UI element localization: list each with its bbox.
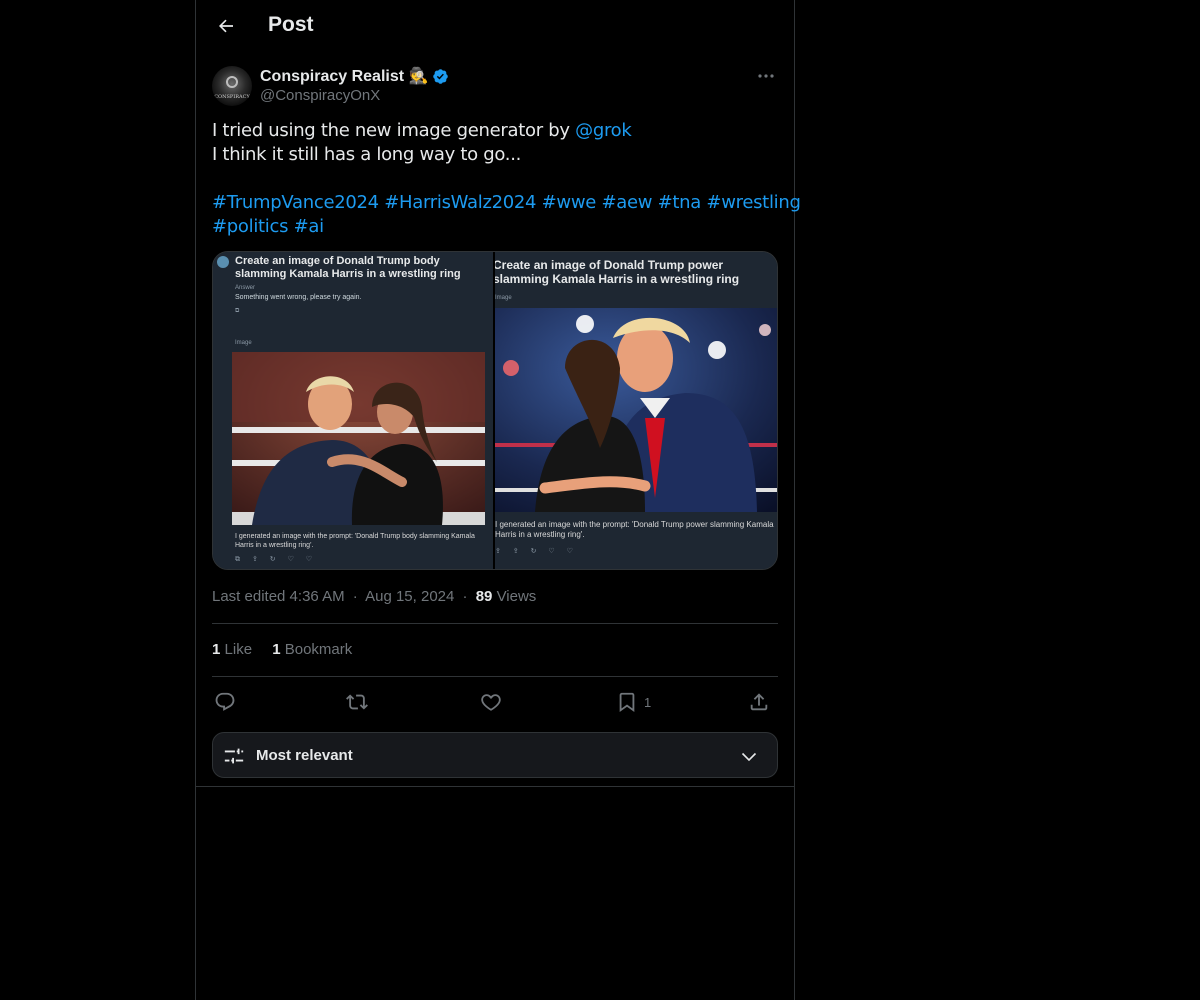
more-options-button[interactable] xyxy=(752,66,780,86)
meta-separator: · xyxy=(352,588,358,605)
likes-stat[interactable]: 1 Like xyxy=(212,641,252,658)
sliders-icon xyxy=(224,748,244,764)
media-image-right[interactable]: Create an image of Donald Trump power sl… xyxy=(495,252,777,569)
grok-avatar-icon xyxy=(217,256,229,268)
hashtag-line-2: #politics #ai xyxy=(212,215,780,239)
shot-action-icons: ⇪ ⇪ ↻ ♡ ♡ xyxy=(495,548,578,555)
divider xyxy=(212,623,778,624)
like-button[interactable] xyxy=(480,689,502,715)
shot-caption: I generated an image with the prompt: 'D… xyxy=(495,520,774,539)
author-name-row[interactable]: Conspiracy Realist 🕵 xyxy=(260,66,449,86)
meta-separator: · xyxy=(462,588,468,605)
shot-image-label: Image xyxy=(235,340,252,346)
divider xyxy=(196,786,795,787)
share-button[interactable] xyxy=(748,689,770,715)
shot-action-icons: ⧉ ⇪ ↻ ♡ ♡ xyxy=(235,556,318,563)
likes-count: 1 xyxy=(212,641,221,658)
page-title: Post xyxy=(268,13,314,36)
bookmark-count: 1 xyxy=(644,694,652,710)
reply-button[interactable] xyxy=(214,689,236,715)
post-author: CONSPIRACY Conspiracy Realist 🕵 @Conspir… xyxy=(212,64,780,108)
generated-image-left xyxy=(232,352,485,525)
media-image-left[interactable]: Create an image of Donald Trump body sla… xyxy=(213,252,495,569)
post-line-2: I think it still has a long way to go... xyxy=(212,144,522,165)
more-horizontal-icon xyxy=(758,74,774,78)
bookmarks-stat[interactable]: 1 Bookmark xyxy=(272,641,352,658)
sort-label: Most relevant xyxy=(256,747,353,764)
hashtag-link[interactable]: #wrestling xyxy=(706,192,800,213)
hashtag-link[interactable]: #TrumpVance2024 xyxy=(212,192,379,213)
bookmark-icon xyxy=(619,692,635,713)
heart-icon xyxy=(481,694,501,711)
top-bar: Post xyxy=(196,0,795,53)
likes-label: Like xyxy=(224,641,253,658)
generated-image-right xyxy=(495,308,777,512)
hashtag-link[interactable]: #ai xyxy=(294,216,325,237)
copy-icon: ⧉ xyxy=(235,308,240,314)
post-date[interactable]: Aug 15, 2024 xyxy=(365,588,454,605)
chevron-down-icon xyxy=(741,752,757,762)
hashtag-link[interactable]: #HarrisWalz2024 xyxy=(384,192,536,213)
author-display-name[interactable]: Conspiracy Realist 🕵 xyxy=(260,66,428,86)
avatar-emblem xyxy=(226,76,238,88)
post-metadata: Last edited 4:36 AM · Aug 15, 2024 · 89 … xyxy=(212,588,536,605)
avatar[interactable]: CONSPIRACY xyxy=(212,66,252,106)
post-text-segment: I tried using the new image generator by xyxy=(212,120,576,141)
shot-prompt-title: Create an image of Donald Trump power sl… xyxy=(495,258,740,286)
author-handle[interactable]: @ConspiracyOnX xyxy=(260,87,380,104)
shot-answer-text: Something went wrong, please try again. xyxy=(235,294,362,301)
hashtag-link[interactable]: #aew xyxy=(601,192,652,213)
views-count: 89 xyxy=(475,588,493,605)
shot-answer-label: Answer xyxy=(235,285,256,291)
bookmarks-count: 1 xyxy=(272,641,281,658)
share-icon xyxy=(750,693,768,711)
post-media[interactable]: Create an image of Donald Trump body sla… xyxy=(212,251,778,570)
bookmark-button[interactable]: 1 xyxy=(616,689,651,715)
arrow-left-icon xyxy=(219,19,233,33)
bookmarks-label: Bookmark xyxy=(284,641,353,658)
post-line-1: I tried using the new image generator by… xyxy=(212,119,780,143)
post-body: I tried using the new image generator by… xyxy=(212,119,801,239)
back-button[interactable] xyxy=(208,8,244,44)
reply-icon xyxy=(215,692,235,711)
shot-prompt-title: Create an image of Donald Trump body sla… xyxy=(235,255,461,280)
divider xyxy=(212,676,778,677)
repost-icon xyxy=(346,694,368,710)
engagement-stats: 1 Like 1 Bookmark xyxy=(212,641,352,658)
post-column: Post CONSPIRACY Conspiracy Realist 🕵 @Co… xyxy=(195,0,801,1000)
views-label: Views xyxy=(496,588,537,605)
action-bar: 1 xyxy=(212,686,778,718)
verified-badge-icon xyxy=(433,68,449,84)
reply-sort-dropdown[interactable]: Most relevant xyxy=(212,732,778,778)
avatar-logo-text: CONSPIRACY xyxy=(214,94,250,100)
shot-image-label: Image xyxy=(495,295,512,301)
repost-button[interactable] xyxy=(346,689,368,715)
edited-time[interactable]: Last edited 4:36 AM xyxy=(212,588,345,605)
hashtag-link[interactable]: #wwe xyxy=(542,192,597,213)
hashtag-line-1: #TrumpVance2024 #HarrisWalz2024 #wwe #ae… xyxy=(212,191,801,215)
shot-caption: I generated an image with the prompt: 'D… xyxy=(235,533,475,549)
mention-link[interactable]: @grok xyxy=(575,120,632,141)
hashtag-link[interactable]: #politics xyxy=(212,216,288,237)
hashtag-link[interactable]: #tna xyxy=(658,192,702,213)
